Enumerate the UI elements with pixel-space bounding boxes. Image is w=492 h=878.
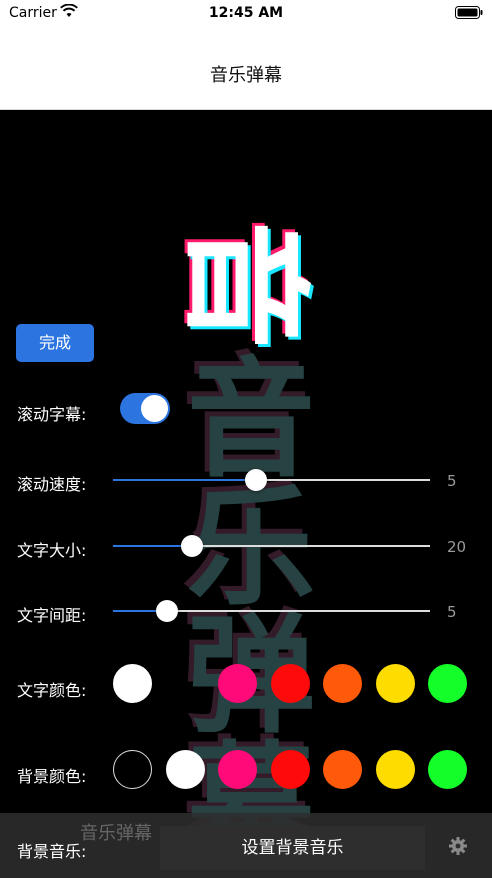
slider-thumb[interactable] [155,600,178,622]
speed-label: 滚动速度: [17,475,87,494]
scroll-label: 滚动字幕: [17,405,87,424]
speed-slider[interactable] [113,465,430,495]
done-button[interactable]: 完成 [16,324,94,362]
gear-icon[interactable] [448,836,468,856]
battery-icon [455,6,483,19]
scroll-toggle[interactable] [120,393,170,424]
spacing-label: 文字间距: [17,606,87,625]
nav-bar: 音乐弹幕 [0,30,492,110]
color-swatch[interactable] [428,664,467,703]
color-swatch[interactable] [323,664,362,703]
ghost-title: 音乐弹幕 [80,823,152,844]
color-swatch[interactable] [113,750,152,789]
color-swatch[interactable] [375,750,415,789]
slider-thumb[interactable] [181,535,204,557]
bg-music-label: 背景音乐: [17,842,87,861]
size-slider[interactable] [113,531,430,561]
bg-color-label: 背景颜色: [17,767,87,786]
danmaku-stage: 音 乐 弹 幕 音 完成 滚动字幕: 滚动速度: 5 文字大小: 20 文字间距… [0,111,492,878]
color-swatch[interactable] [165,750,205,789]
slider-fill [113,479,256,481]
color-swatch[interactable] [428,750,467,789]
color-swatch[interactable] [218,664,257,703]
clock: 12:45 AM [208,5,284,21]
spacing-value: 5 [447,603,457,621]
toggle-knob [141,395,168,422]
color-swatch[interactable] [375,664,415,703]
color-swatch[interactable] [323,750,362,789]
color-swatch[interactable] [113,664,152,703]
speed-value: 5 [447,472,457,490]
page-title: 音乐弹幕 [210,65,282,86]
set-bg-music-button[interactable]: 设置背景音乐 [160,826,425,870]
size-label: 文字大小: [17,541,87,560]
ghost-char: 音 [178,338,307,487]
color-swatch[interactable] [270,750,310,789]
slider-thumb[interactable] [244,469,267,491]
spacing-slider[interactable] [113,596,430,626]
status-bar: Carrier 12:45 AM [0,0,492,30]
text-color-label: 文字颜色: [17,681,87,700]
color-swatch[interactable] [218,750,257,789]
size-value: 20 [447,538,467,556]
color-swatch[interactable] [270,664,310,703]
scrolling-char: 音 [169,221,318,350]
